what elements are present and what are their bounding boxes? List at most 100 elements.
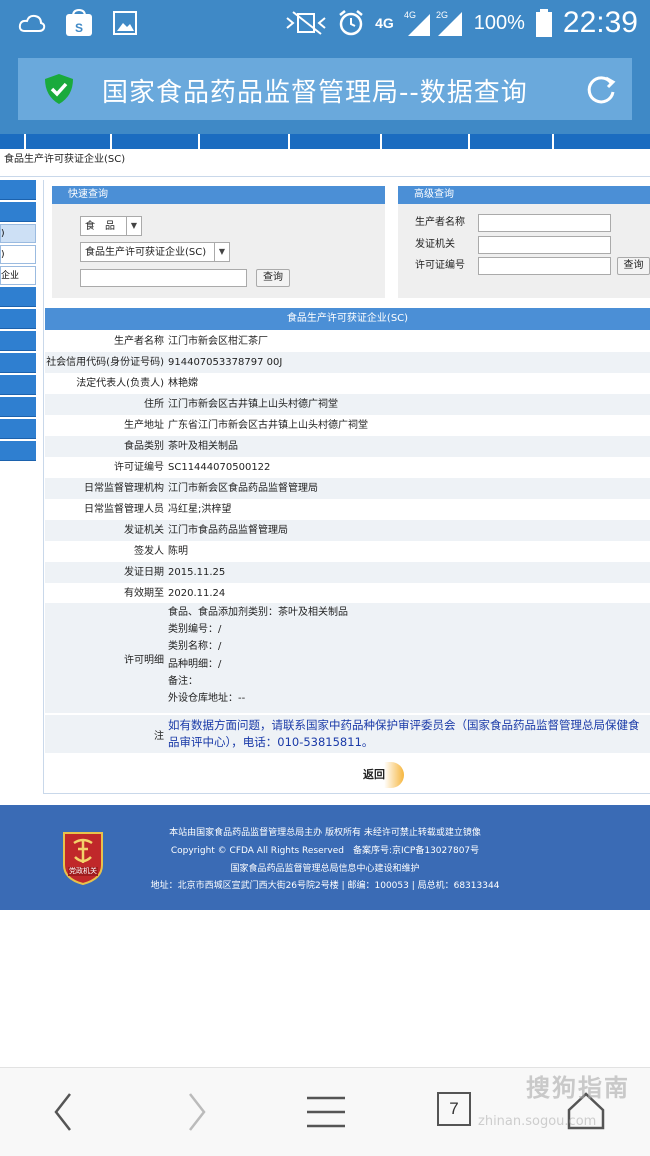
row-label: 发证日期 bbox=[124, 567, 164, 578]
license-number-label: 许可证编号 bbox=[415, 260, 465, 271]
table-row: 有效期至 2020.11.24 bbox=[45, 583, 650, 604]
row-label: 日常监督管理机构 bbox=[84, 483, 164, 494]
row-label: 住所 bbox=[144, 399, 164, 410]
row-label: 有效期至 bbox=[124, 588, 164, 599]
table-row: 日常监督管理人员 冯红星;洪梓望 bbox=[45, 499, 650, 520]
table-row: 生产地址 广东省江门市新会区古井镇上山头村德广祠堂 bbox=[45, 415, 650, 436]
browser-bottom-bar: 7 搜狗指南 zhinan.sogou.com bbox=[0, 1067, 650, 1156]
row-label: 发证机关 bbox=[124, 525, 164, 536]
tabs-count-button[interactable]: 7 bbox=[437, 1092, 471, 1126]
database-select-value: 食品生产许可获证企业(SC) bbox=[85, 247, 207, 258]
left-nav-item[interactable]: ) bbox=[0, 224, 36, 243]
left-nav-item[interactable] bbox=[0, 180, 36, 200]
menu-icon[interactable] bbox=[305, 1094, 347, 1130]
permit-detail-line: 备注： bbox=[168, 675, 198, 687]
row-label: 生产地址 bbox=[124, 420, 164, 431]
permit-detail-line: 外设仓库地址：-- bbox=[168, 693, 246, 705]
left-nav-item[interactable] bbox=[0, 397, 36, 417]
chevron-down-icon: ▼ bbox=[126, 217, 141, 235]
left-nav-item[interactable] bbox=[0, 331, 36, 351]
battery-percent: 100% bbox=[473, 11, 525, 34]
category-select[interactable]: 食 品 ▼ bbox=[80, 216, 142, 236]
row-value: 林艳嫦 bbox=[168, 378, 198, 389]
row-label: 社会信用代码(身份证号码) bbox=[46, 357, 164, 368]
table-row: 食品类别 茶叶及相关制品 bbox=[45, 436, 650, 457]
footer-line: 国家食品药品监督管理总局信息中心建设和维护 bbox=[230, 864, 420, 874]
producer-name-label: 生产者名称 bbox=[415, 217, 465, 228]
row-value: SC11444070500122 bbox=[168, 462, 271, 473]
table-row: 发证机关 江门市食品药品监督管理局 bbox=[45, 520, 650, 541]
table-row: 生产者名称 江门市新会区柑汇茶厂 bbox=[45, 331, 650, 352]
permit-detail-line: 食品、食品添加剂类别：茶叶及相关制品 bbox=[168, 607, 348, 618]
footer-line: 本站由国家食品药品监督管理总局主办 版权所有 未经许可禁止转载或建立镜像 bbox=[169, 828, 481, 838]
row-label: 生产者名称 bbox=[114, 336, 164, 347]
left-nav-item[interactable] bbox=[0, 287, 36, 307]
row-value: 江门市食品药品监督管理局 bbox=[168, 525, 288, 536]
alarm-icon bbox=[339, 10, 363, 36]
left-nav-item[interactable] bbox=[0, 375, 36, 395]
footer-line: Copyright © CFDA All Rights Reserved 备案序… bbox=[170, 846, 480, 856]
row-value: 2020.11.24 bbox=[168, 588, 226, 599]
table-row: 日常监督管理机构 江门市新会区食品药品监督管理局 bbox=[45, 478, 650, 499]
permit-detail-row: 许可明细 食品、食品添加剂类别：茶叶及相关制品 类别编号：/ 类别名称：/ 品种明细：… bbox=[45, 603, 650, 713]
refresh-icon[interactable] bbox=[584, 72, 618, 106]
quick-search-title: 快速查询 bbox=[52, 186, 385, 204]
permit-detail-value: 食品、食品添加剂类别：茶叶及相关制品 类别编号：/ 类别名称：/ 品种明细：/ 备注： 外… bbox=[168, 604, 348, 707]
row-value: 冯红星;洪梓望 bbox=[168, 504, 232, 515]
table-row: 签发人 陈明 bbox=[45, 541, 650, 562]
row-value: 江门市新会区柑汇茶厂 bbox=[168, 336, 268, 347]
svg-text:S: S bbox=[75, 21, 83, 35]
svg-text:4G: 4G bbox=[404, 10, 416, 20]
permit-detail-line: 品种明细：/ bbox=[168, 658, 222, 670]
back-button[interactable]: 返回 bbox=[360, 762, 404, 788]
quick-search-input[interactable] bbox=[80, 269, 247, 287]
back-button-label: 返回 bbox=[363, 768, 385, 781]
watermark-url: zhinan.sogou.com bbox=[478, 1114, 597, 1129]
security-shield-icon bbox=[45, 74, 73, 104]
svg-text:2G: 2G bbox=[436, 10, 448, 20]
left-nav: ) ) 企业 bbox=[0, 180, 36, 463]
database-select[interactable]: 食品生产许可获证企业(SC) ▼ bbox=[80, 242, 230, 262]
note-text: 如有数据方面问题，请联系国家中药品种保护审评委员会（国家食品药品监督管理总局保健… bbox=[168, 718, 640, 749]
row-value: 茶叶及相关制品 bbox=[168, 441, 238, 452]
row-label: 食品类别 bbox=[124, 441, 164, 452]
producer-name-input[interactable] bbox=[478, 214, 611, 232]
shopping-bag-icon: S bbox=[66, 8, 92, 36]
advanced-search-title: 高级查询 bbox=[398, 186, 650, 204]
network-4g-label: 4G bbox=[375, 15, 394, 31]
left-nav-item[interactable]: ) bbox=[0, 245, 36, 264]
left-nav-item[interactable] bbox=[0, 441, 36, 461]
site-footer: 党政机关 本站由国家食品药品监督管理总局主办 版权所有 未经许可禁止转载或建立镜… bbox=[0, 805, 650, 910]
back-arrow-icon[interactable] bbox=[50, 1090, 78, 1134]
table-row: 发证日期 2015.11.25 bbox=[45, 562, 650, 583]
cloud-icon bbox=[18, 14, 46, 32]
advanced-search-button[interactable]: 查询 bbox=[617, 257, 650, 275]
issuer-label: 发证机关 bbox=[415, 239, 455, 250]
emblem-label: 党政机关 bbox=[69, 867, 97, 875]
government-emblem-icon bbox=[63, 832, 103, 885]
chevron-down-icon: ▼ bbox=[214, 243, 229, 261]
left-nav-item[interactable] bbox=[0, 353, 36, 373]
left-nav-item[interactable] bbox=[0, 309, 36, 329]
left-nav-item[interactable] bbox=[0, 419, 36, 439]
row-value: 广东省江门市新会区古井镇上山头村德广祠堂 bbox=[168, 420, 368, 431]
status-bar: S 4G 4G 2G 100% 22:39 bbox=[0, 0, 650, 48]
license-number-input[interactable] bbox=[478, 257, 611, 275]
table-row: 住所 江门市新会区古井镇上山头村德广祠堂 bbox=[45, 394, 650, 415]
address-bar: 国家食品药品监督管理局--数据查询 bbox=[0, 48, 650, 134]
note-row: 注 如有数据方面问题，请联系国家中药品种保护审评委员会（国家食品药品监督管理总局… bbox=[45, 715, 650, 753]
forward-arrow-icon[interactable] bbox=[182, 1090, 210, 1134]
clock: 22:39 bbox=[562, 6, 638, 39]
detail-table-title: 食品生产许可获证企业(SC) bbox=[45, 308, 650, 330]
row-value: 2015.11.25 bbox=[168, 567, 226, 578]
quick-search-button[interactable]: 查询 bbox=[256, 269, 290, 287]
note-label: 注 bbox=[154, 731, 164, 742]
address-field[interactable]: 国家食品药品监督管理局--数据查询 bbox=[18, 58, 632, 120]
row-label: 法定代表人(负责人) bbox=[76, 378, 164, 389]
left-nav-item[interactable]: 企业 bbox=[0, 266, 36, 285]
left-nav-item[interactable] bbox=[0, 202, 36, 222]
issuer-input[interactable] bbox=[478, 236, 611, 254]
row-value: 陈明 bbox=[168, 546, 188, 557]
breadcrumb: 食品生产许可获证企业(SC) bbox=[0, 149, 650, 177]
row-value: 江门市新会区古井镇上山头村德广祠堂 bbox=[168, 399, 338, 410]
